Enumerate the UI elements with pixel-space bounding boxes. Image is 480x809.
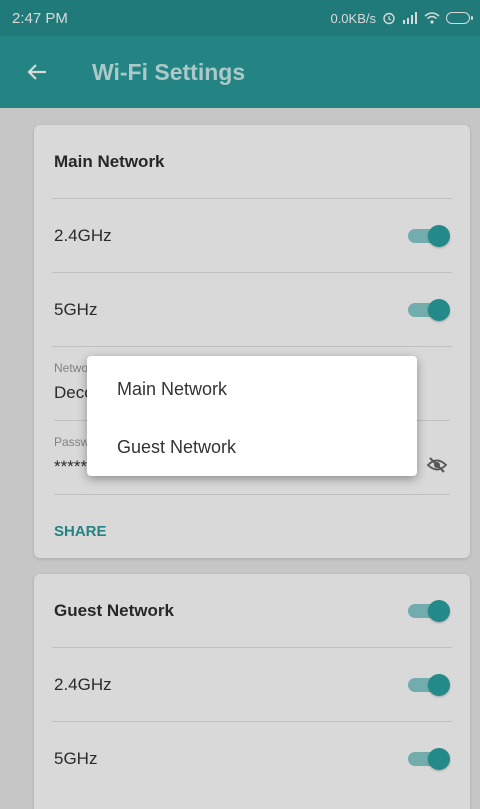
popup-item-main-network[interactable]: Main Network <box>87 360 417 418</box>
network-popup-menu: Main Network Guest Network <box>87 356 417 476</box>
popup-item-guest-network[interactable]: Guest Network <box>87 418 417 476</box>
